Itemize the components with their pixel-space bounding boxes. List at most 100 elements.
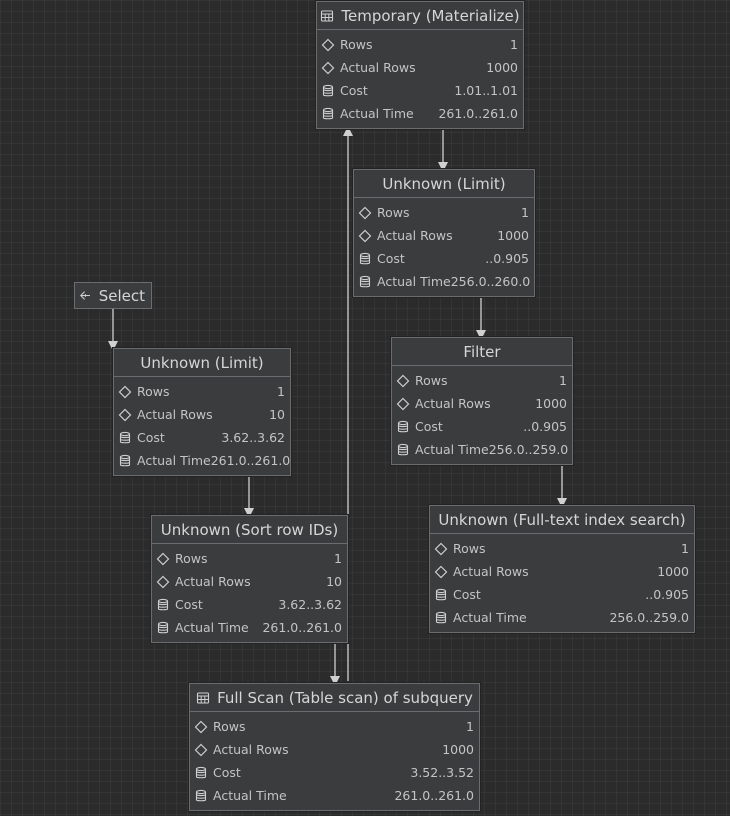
metric-row-actual-rows: Actual Rows 1000 <box>392 392 572 415</box>
node-fulltext-search[interactable]: Unknown (Full-text index search) Rows 1 Act… <box>429 505 695 633</box>
metric-label: Rows <box>213 719 246 734</box>
database-icon <box>396 420 415 434</box>
diamond-icon <box>358 206 377 220</box>
metric-value: 261.0..261.0 <box>438 106 518 121</box>
metric-label: Actual Rows <box>175 574 251 589</box>
metric-row-actual-rows: Actual Rows 1000 <box>430 560 694 583</box>
metric-label: Cost <box>453 587 481 602</box>
metric-row-actual-rows: Actual Rows 1000 <box>190 738 479 761</box>
diamond-icon <box>118 385 137 399</box>
node-filter[interactable]: Filter Rows 1 Actual Rows 1000 Cost ..0.905 Act… <box>391 337 573 465</box>
node-title-text: Unknown (Sort row IDs) <box>160 520 339 539</box>
metric-value: 1000 <box>442 742 474 757</box>
metric-label: Rows <box>175 551 208 566</box>
metric-label: Actual Rows <box>137 407 213 422</box>
node-full-scan[interactable]: Full Scan (Table scan) of subquery Rows 1 A… <box>189 683 480 811</box>
metric-label: Rows <box>377 205 410 220</box>
database-icon <box>118 454 137 468</box>
metric-label: Actual Rows <box>340 60 416 75</box>
metric-label: Actual Time <box>175 620 249 635</box>
select-label: Select <box>98 286 145 305</box>
database-icon <box>194 766 213 780</box>
metric-label: Cost <box>213 765 241 780</box>
metric-label: Rows <box>453 541 486 556</box>
arrow-left-icon <box>80 291 90 300</box>
diamond-icon <box>396 397 415 411</box>
node-sort-row-ids[interactable]: Unknown (Sort row IDs) Rows 1 Actual Rows 10… <box>151 515 348 643</box>
diamond-icon <box>434 565 453 579</box>
metric-row-rows: Rows 1 <box>317 33 523 56</box>
node-title: Filter <box>392 338 572 366</box>
node-title: Temporary (Materialize) <box>317 2 523 30</box>
metric-value: 1 <box>466 719 474 734</box>
node-title-text: Temporary (Materialize) <box>341 6 520 25</box>
metric-value: 256.0..260.0 <box>450 274 531 289</box>
metric-value: 1 <box>277 384 285 399</box>
metric-label: Cost <box>340 83 368 98</box>
metric-label: Rows <box>137 384 170 399</box>
node-limit-left[interactable]: Unknown (Limit) Rows 1 Actual Rows 10 Cost 3.6… <box>113 348 291 476</box>
node-materialize[interactable]: Temporary (Materialize) Rows 1 Actual Rows 1… <box>316 1 524 129</box>
database-icon <box>118 431 137 445</box>
metric-value: 1 <box>559 373 567 388</box>
metric-value: 3.62..3.62 <box>278 597 342 612</box>
metric-row-cost: Cost 1.01..1.01 <box>317 79 523 102</box>
metric-value: 256.0..259.0 <box>488 442 569 457</box>
node-title: Unknown (Sort row IDs) <box>152 516 347 544</box>
database-icon <box>156 598 175 612</box>
metric-row-rows: Rows 1 <box>190 715 479 738</box>
metric-value: ..0.905 <box>485 251 529 266</box>
metric-label: Actual Time <box>137 453 211 468</box>
metric-row-cost: Cost ..0.905 <box>354 247 534 270</box>
node-title: Full Scan (Table scan) of subquery <box>190 684 479 712</box>
node-title-text: Unknown (Limit) <box>140 353 264 372</box>
metric-value: 1.01..1.01 <box>454 83 518 98</box>
metric-row-cost: Cost 3.62..3.62 <box>114 426 290 449</box>
diamond-icon <box>194 743 213 757</box>
node-title-text: Unknown (Limit) <box>382 174 506 193</box>
metric-row-actual-rows: Actual Rows 1000 <box>354 224 534 247</box>
node-title: Unknown (Full-text index search) <box>430 506 694 534</box>
metric-label: Cost <box>415 419 443 434</box>
metric-label: Rows <box>340 37 373 52</box>
metric-label: Cost <box>377 251 405 266</box>
metric-value: 3.52..3.52 <box>410 765 474 780</box>
metric-value: 261.0..261.0 <box>262 620 342 635</box>
diamond-icon <box>156 575 175 589</box>
node-title: Unknown (Limit) <box>114 349 290 377</box>
metric-label: Actual Rows <box>213 742 289 757</box>
metric-label: Actual Rows <box>415 396 491 411</box>
metric-value: ..0.905 <box>645 587 689 602</box>
metric-value: 1 <box>334 551 342 566</box>
node-limit-top[interactable]: Unknown (Limit) Rows 1 Actual Rows 1000 Cost.… <box>353 169 535 297</box>
metric-row-actual-time: Actual Time 256.0..259.0 <box>392 438 572 461</box>
metric-row-rows: Rows 1 <box>430 537 694 560</box>
table-icon <box>196 691 217 705</box>
node-title-text: Full Scan (Table scan) of subquery <box>217 688 473 707</box>
metric-row-actual-time: Actual Time 261.0..261.0 <box>190 784 479 807</box>
metric-row-actual-time: Actual Time 256.0..259.0 <box>430 606 694 629</box>
metric-value: 1000 <box>535 396 567 411</box>
database-icon <box>434 611 453 625</box>
metric-value: 1 <box>510 37 518 52</box>
metric-value: 1000 <box>486 60 518 75</box>
database-icon <box>434 588 453 602</box>
metric-value: 261.0..261.0 <box>394 788 474 803</box>
metric-label: Actual Time <box>213 788 287 803</box>
database-icon <box>358 275 377 289</box>
metric-row-cost: Cost ..0.905 <box>430 583 694 606</box>
database-icon <box>194 789 213 803</box>
metric-value: 3.62..3.62 <box>221 430 285 445</box>
metric-row-actual-time: Actual Time 256.0..260.0 <box>354 270 534 293</box>
metric-label: Rows <box>415 373 448 388</box>
metric-row-rows: Rows 1 <box>354 201 534 224</box>
metric-label: Cost <box>137 430 165 445</box>
metric-value: ..0.905 <box>523 419 567 434</box>
metric-label: Actual Time <box>415 442 489 457</box>
diamond-icon <box>118 408 137 422</box>
select-button[interactable]: Select <box>74 282 152 309</box>
metric-value: 256.0..259.0 <box>609 610 689 625</box>
metric-row-actual-rows: Actual Rows 1000 <box>317 56 523 79</box>
metric-row-cost: Cost 3.52..3.52 <box>190 761 479 784</box>
database-icon <box>156 621 175 635</box>
